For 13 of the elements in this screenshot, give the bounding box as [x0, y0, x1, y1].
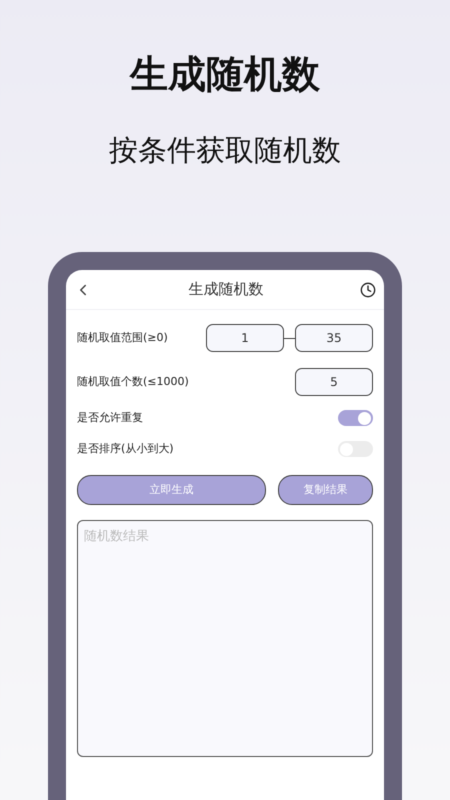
subheadline: 按条件获取随机数: [109, 132, 341, 169]
count-label: 随机取值个数(≤1000): [77, 374, 189, 390]
clock-icon[interactable]: [360, 282, 376, 298]
result-field[interactable]: 随机数结果: [77, 520, 373, 757]
max-field[interactable]: 35: [295, 324, 373, 352]
range-label: 随机取值范围(≥0): [77, 330, 168, 346]
screen-title: 生成随机数: [188, 279, 264, 300]
toggle-label: 是否允许重复: [77, 410, 143, 426]
count-field[interactable]: 5: [295, 368, 373, 396]
headline: 生成随机数: [130, 51, 320, 98]
min-field[interactable]: 1: [206, 324, 284, 352]
toggle-label: 是否排序(从小到大): [77, 440, 174, 457]
toggle-switch[interactable]: [338, 410, 373, 426]
